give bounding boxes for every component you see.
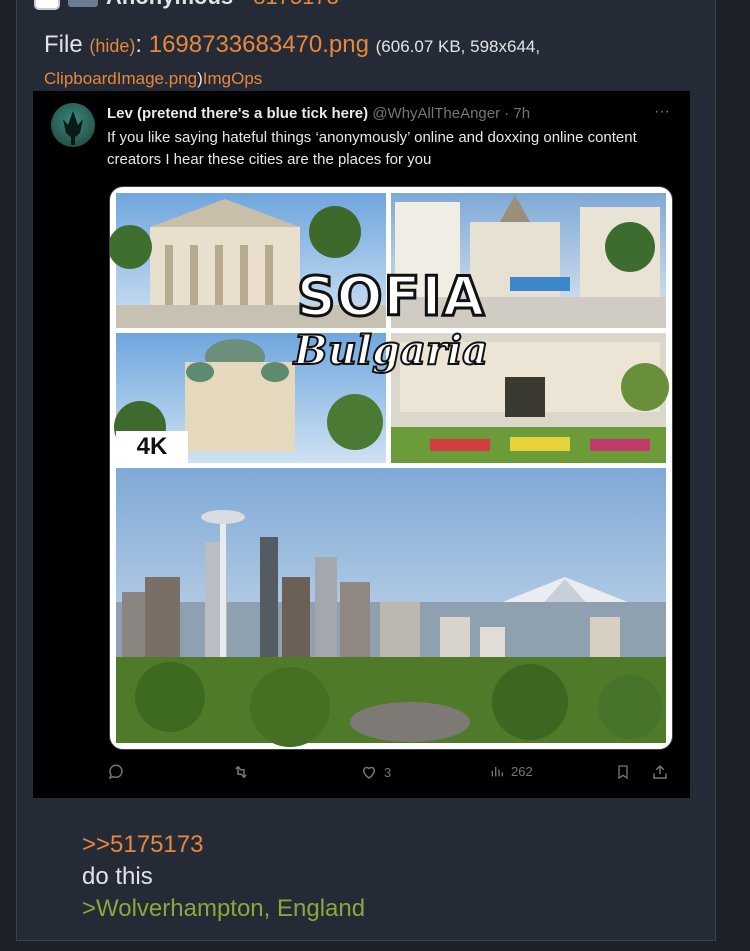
like-count: 3 (384, 764, 392, 780)
file-meta: (606.07 KB, 598x644, (375, 37, 541, 56)
tweet-actions: 3 262 (107, 763, 677, 787)
tweet-handle-time: @WhyAllTheAnger · 7h (372, 105, 531, 122)
post-message: >>5175173 do this >Wolverhampton, Englan… (82, 829, 365, 925)
post-name: Anonymous 8175173 (106, 0, 339, 10)
media-subtitle: Bulgaria (293, 326, 489, 375)
tweet-image[interactable]: Lev (pretend there's a blue tick here) @… (33, 91, 690, 798)
file-info-line: File (hide): 1698733683470.png (606.07 K… (44, 31, 541, 88)
tweet-text: If you like saying hateful things ‘anony… (107, 129, 637, 168)
file-label: File (44, 31, 83, 58)
bookmark-icon[interactable] (615, 763, 631, 781)
tweet-author: Lev (pretend there's a blue tick here) @… (107, 105, 530, 122)
reply-icon[interactable] (107, 763, 125, 781)
quote-link[interactable]: >>5175173 (82, 829, 365, 861)
views-button[interactable]: 262 (489, 763, 533, 779)
post-select-checkbox[interactable] (34, 0, 60, 10)
post-number[interactable]: 8175173 (253, 0, 339, 9)
original-filename-link[interactable]: ClipboardImage.png (44, 69, 197, 88)
file-link[interactable]: 1698733683470.png (149, 31, 369, 58)
avatar (51, 103, 95, 147)
like-button[interactable]: 3 (360, 763, 391, 781)
hide-link[interactable]: hide (95, 36, 129, 56)
like-icon (362, 766, 376, 779)
imgops-link[interactable]: ImgOps (203, 69, 263, 88)
views-icon (491, 767, 503, 777)
retweet-icon[interactable] (231, 763, 251, 781)
tweet-display-name: Lev (pretend there's a blue tick here) (107, 105, 369, 122)
tweet-media: SOFIA Bulgaria 4K (109, 186, 673, 750)
media-title: SOFIA (295, 264, 486, 330)
message-text: do this (82, 863, 153, 890)
media-badge: 4K (116, 431, 188, 463)
greentext: >Wolverhampton, England (82, 895, 366, 922)
flag-icon (68, 0, 98, 7)
views-count: 262 (511, 763, 533, 779)
post-header: Anonymous 8175173 (34, 0, 339, 12)
more-icon: ··· (654, 103, 670, 120)
share-icon[interactable] (651, 763, 669, 781)
